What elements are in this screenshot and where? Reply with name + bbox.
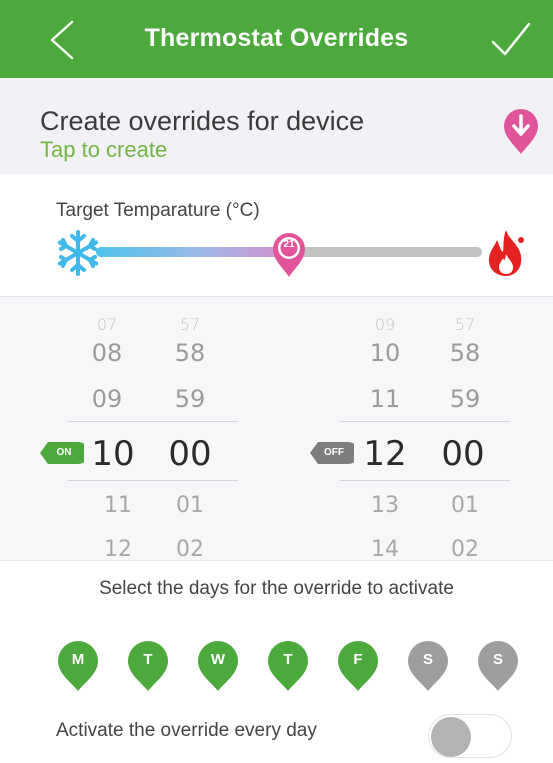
day-toggle-w-2[interactable] — [195, 639, 241, 693]
temperature-slider-fill — [96, 247, 289, 257]
on-state-label: ON — [56, 447, 72, 458]
start-minute-option[interactable]: 57 — [155, 315, 225, 334]
start-hour-selected[interactable]: 10 — [78, 434, 148, 474]
start-minute-option[interactable]: 59 — [155, 385, 225, 413]
end-minute-option[interactable]: 01 — [430, 493, 500, 518]
create-override-panel[interactable]: Create overrides for device Tap to creat… — [0, 78, 553, 174]
time-picker-area: 07 57 08 58 09 59 10 00 11 01 12 02 ON 0… — [0, 296, 553, 561]
end-hour-selected[interactable]: 12 — [350, 434, 420, 474]
start-hour-option[interactable]: 09 — [72, 385, 142, 413]
start-hour-option[interactable]: 11 — [83, 493, 153, 518]
end-minute-option[interactable]: 59 — [430, 385, 500, 413]
start-selection-bottom-line — [68, 480, 238, 481]
days-instruction: Select the days for the override to acti… — [99, 578, 454, 599]
start-minute-selected[interactable]: 00 — [155, 434, 225, 474]
start-minute-option[interactable]: 02 — [155, 537, 225, 560]
start-hour-option[interactable]: 08 — [72, 339, 142, 367]
temperature-slider-thumb[interactable] — [270, 229, 308, 279]
every-day-toggle[interactable] — [428, 714, 512, 758]
snowflake-icon — [57, 230, 99, 276]
day-toggle-m-0[interactable] — [55, 639, 101, 693]
day-toggle-t-1[interactable] — [125, 639, 171, 693]
end-hour-option[interactable]: 09 — [350, 315, 420, 334]
checkmark-icon[interactable] — [490, 20, 532, 60]
day-toggle-s-5[interactable] — [405, 639, 451, 693]
temperature-value: 21 — [283, 239, 295, 250]
day-toggle-t-3[interactable] — [265, 639, 311, 693]
start-hour-option[interactable]: 12 — [83, 537, 153, 560]
end-minute-option[interactable]: 02 — [430, 537, 500, 560]
flame-icon — [488, 230, 524, 276]
start-minute-option[interactable]: 58 — [155, 339, 225, 367]
tap-to-create-link[interactable]: Tap to create — [40, 137, 167, 163]
end-selection-top-line — [340, 421, 510, 422]
end-hour-option[interactable]: 13 — [350, 493, 420, 518]
end-minute-option[interactable]: 58 — [430, 339, 500, 367]
end-minute-option[interactable]: 57 — [430, 315, 500, 334]
day-toggle-s-6[interactable] — [475, 639, 521, 693]
create-override-title: Create overrides for device — [40, 106, 365, 136]
end-hour-option[interactable]: 14 — [350, 537, 420, 560]
end-minute-selected[interactable]: 00 — [428, 434, 498, 474]
end-hour-option[interactable]: 11 — [350, 385, 420, 413]
off-state-label: OFF — [324, 447, 344, 458]
app-header: Thermostat Overrides — [0, 0, 553, 78]
start-minute-option[interactable]: 01 — [155, 493, 225, 518]
day-toggle-f-4[interactable] — [335, 639, 381, 693]
end-selection-bottom-line — [340, 480, 510, 481]
download-pin-icon[interactable] — [501, 106, 541, 156]
toggle-knob — [431, 717, 471, 757]
end-hour-option[interactable]: 10 — [350, 339, 420, 367]
target-temperature-label: Target Temparature (°C) — [56, 200, 260, 221]
start-selection-top-line — [68, 421, 238, 422]
page-title: Thermostat Overrides — [144, 24, 409, 52]
every-day-label: Activate the override every day — [56, 720, 317, 741]
start-hour-option[interactable]: 07 — [72, 315, 142, 334]
